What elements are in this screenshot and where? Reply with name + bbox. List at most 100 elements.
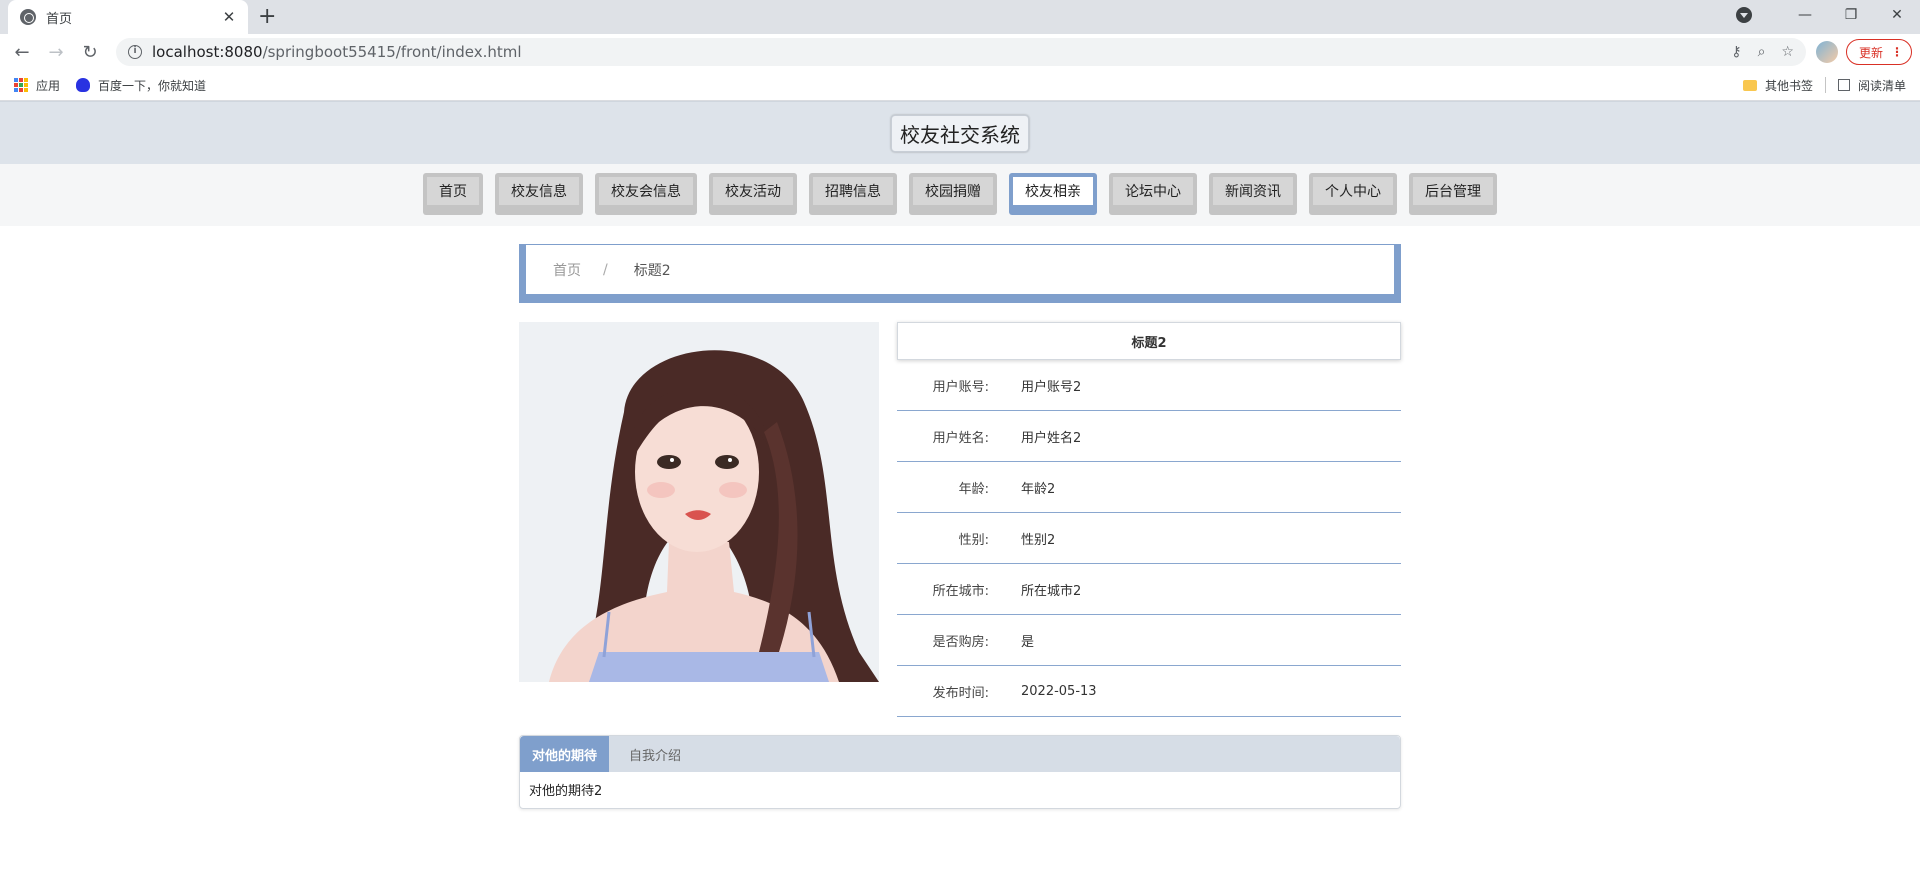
zoom-icon[interactable]: ⌕ (1758, 44, 1766, 60)
field-row-age: 年龄: 年龄2 (897, 462, 1401, 513)
star-icon[interactable]: ☆ (1781, 44, 1794, 60)
nav-donation[interactable]: 校园捐赠 (909, 173, 997, 215)
tab-expectation[interactable]: 对他的期待 (520, 736, 610, 772)
field-value: 2022-05-13 (1021, 683, 1097, 699)
forward-icon[interactable]: → (42, 42, 70, 63)
bookmark-reading-label: 阅读清单 (1857, 78, 1906, 93)
portrait-illustration (519, 322, 879, 682)
nav-label: 招聘信息 (813, 177, 893, 205)
restore-icon[interactable]: ❐ (1828, 7, 1874, 23)
bookmark-other[interactable]: 其他书签 (1742, 77, 1813, 94)
bookmark-apps-label: 应用 (36, 78, 61, 93)
field-label: 性别: (958, 532, 989, 548)
close-tab-icon[interactable]: ✕ (220, 8, 238, 26)
url-text[interactable]: localhost:8080/springboot55415/front/ind… (152, 43, 1715, 61)
field-label: 所在城市: (932, 583, 989, 599)
browser-tab[interactable]: 首页 ✕ (8, 0, 248, 34)
tab-self-intro[interactable]: 自我介绍 (617, 736, 693, 772)
profile-photo (519, 322, 879, 682)
update-button[interactable]: 更新 ⋮ (1845, 39, 1912, 65)
tab-search-icon[interactable] (1736, 7, 1752, 23)
field-label: 年龄: (958, 481, 989, 497)
field-value: 年龄2 (1021, 481, 1056, 497)
info-panel: 标题2 用户账号: 用户账号2 用户姓名: 用户姓名2 年龄: 年龄2 性别: … (897, 322, 1401, 717)
tab-content: 对他的期待2 (529, 784, 603, 799)
tab-header: 对他的期待 自我介绍 (520, 736, 1400, 772)
nav-label: 校友相亲 (1013, 177, 1093, 205)
nav-admin[interactable]: 后台管理 (1409, 173, 1497, 215)
nav-label: 校园捐赠 (913, 177, 993, 205)
field-label: 用户姓名: (932, 430, 989, 446)
reload-icon[interactable]: ↻ (76, 42, 104, 63)
field-label: 是否购房: (932, 634, 989, 650)
field-value: 用户姓名2 (1021, 430, 1082, 446)
detail-section: 标题2 用户账号: 用户账号2 用户姓名: 用户姓名2 年龄: 年龄2 性别: … (519, 322, 1401, 717)
breadcrumb: 首页 / 标题2 (519, 244, 1401, 303)
nav-alumni-activities[interactable]: 校友活动 (709, 173, 797, 215)
profile-avatar[interactable] (1815, 41, 1838, 63)
key-icon[interactable]: ⚷ (1731, 44, 1741, 60)
field-value: 所在城市2 (1021, 583, 1082, 599)
field-row-account: 用户账号: 用户账号2 (897, 360, 1401, 411)
url-path: /springboot55415/front/index.html (262, 43, 522, 61)
field-value: 用户账号2 (1021, 379, 1082, 395)
nav-label: 校友会信息 (599, 177, 693, 205)
detail-title: 标题2 (897, 322, 1401, 360)
breadcrumb-current: 标题2 (633, 262, 671, 279)
nav-label: 个人中心 (1313, 177, 1393, 205)
field-label: 发布时间: (932, 685, 989, 701)
detail-tabs: 对他的期待 自我介绍 对他的期待2 (519, 735, 1401, 809)
main-content: 首页 / 标题2 标题2 用户账号: 用户账号2 用户姓名: 用户姓名2 年龄:… (519, 244, 1401, 809)
main-nav: 首页 校友信息 校友会信息 校友活动 招聘信息 校园捐赠 校友相亲 论坛中心 新… (0, 164, 1920, 226)
nav-label: 新闻资讯 (1213, 177, 1293, 205)
field-row-gender: 性别: 性别2 (897, 513, 1401, 564)
bookmark-divider (1824, 77, 1826, 93)
info-icon[interactable]: i (128, 45, 142, 59)
bookmarks-bar: 应用 百度一下，你就知道 其他书签 阅读清单 (0, 70, 1920, 101)
close-window-icon[interactable]: ✕ (1874, 7, 1920, 23)
nav-label: 校友信息 (499, 177, 579, 205)
window-controls: — ❐ ✕ (1736, 0, 1920, 30)
breadcrumb-separator: / (603, 261, 608, 278)
folder-icon (1742, 79, 1757, 91)
field-row-publish-time: 发布时间: 2022-05-13 (897, 666, 1401, 717)
site-title: 校友社交系统 (891, 114, 1029, 152)
apps-grid-icon (14, 78, 28, 92)
field-row-house: 是否购房: 是 (897, 615, 1401, 666)
field-label: 用户账号: (932, 379, 989, 395)
breadcrumb-home[interactable]: 首页 (553, 260, 581, 280)
nav-dating[interactable]: 校友相亲 (1009, 173, 1097, 215)
address-bar[interactable]: i localhost:8080/springboot55415/front/i… (116, 38, 1806, 66)
bookmarks-right: 其他书签 阅读清单 (1742, 77, 1906, 94)
nav-label: 首页 (427, 177, 479, 205)
nav-alumni-association[interactable]: 校友会信息 (595, 173, 697, 215)
url-host: localhost:8080 (152, 43, 263, 61)
globe-icon (20, 9, 36, 25)
baidu-paw-icon (76, 78, 91, 92)
reading-list-icon (1837, 79, 1850, 91)
nav-news[interactable]: 新闻资讯 (1209, 173, 1297, 215)
nav-label: 后台管理 (1413, 177, 1493, 205)
field-row-name: 用户姓名: 用户姓名2 (897, 411, 1401, 462)
minimize-icon[interactable]: — (1782, 7, 1828, 23)
bookmark-baidu[interactable]: 百度一下，你就知道 (76, 77, 206, 94)
browser-toolbar: ← → ↻ i localhost:8080/springboot55415/f… (0, 34, 1920, 70)
nav-forum[interactable]: 论坛中心 (1109, 173, 1197, 215)
browser-tab-title: 首页 (46, 11, 73, 27)
bookmark-other-label: 其他书签 (1764, 78, 1813, 93)
nav-recruitment[interactable]: 招聘信息 (809, 173, 897, 215)
bookmark-reading-list[interactable]: 阅读清单 (1837, 77, 1906, 94)
nav-personal-center[interactable]: 个人中心 (1309, 173, 1397, 215)
nav-home[interactable]: 首页 (423, 173, 483, 215)
bookmark-apps[interactable]: 应用 (14, 77, 60, 94)
bookmark-baidu-label: 百度一下，你就知道 (98, 78, 207, 93)
field-row-city: 所在城市: 所在城市2 (897, 564, 1401, 615)
browser-tabstrip: 首页 ✕ + — ❐ ✕ (0, 0, 1920, 34)
nav-label: 论坛中心 (1113, 177, 1193, 205)
more-icon: ⋮ (1891, 45, 1903, 59)
update-label: 更新 (1858, 45, 1883, 60)
nav-alumni-info[interactable]: 校友信息 (495, 173, 583, 215)
back-icon[interactable]: ← (8, 42, 36, 63)
nav-label: 校友活动 (713, 177, 793, 205)
new-tab-icon[interactable]: + (258, 5, 276, 29)
